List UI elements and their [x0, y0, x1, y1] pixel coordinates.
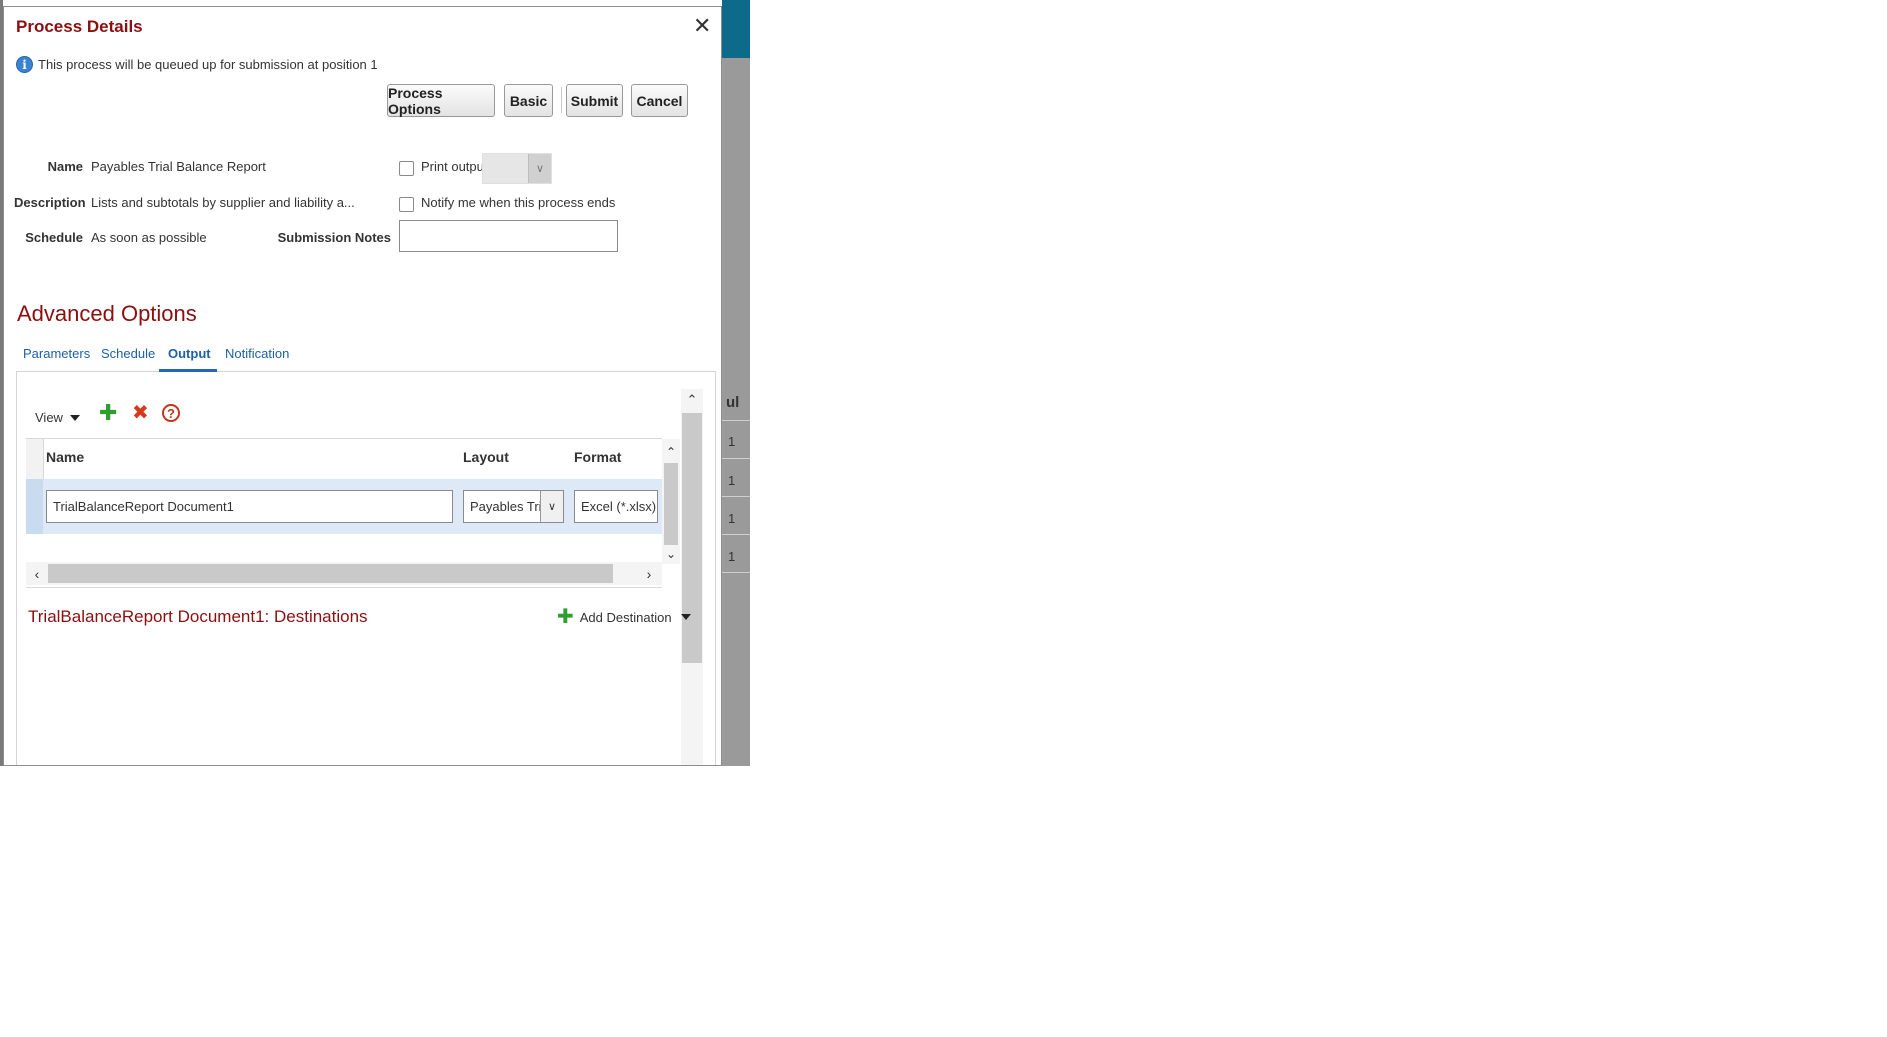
format-select[interactable]: Excel (*.xlsx) — [574, 490, 658, 523]
background-divider — [722, 496, 750, 497]
schedule-value: As soon as possible — [91, 230, 207, 245]
chevron-down-icon[interactable]: ∨ — [540, 491, 563, 522]
tab-notification[interactable]: Notification — [225, 346, 289, 361]
button-separator — [561, 87, 562, 113]
background-cell: 1 — [728, 434, 736, 449]
notify-checkbox[interactable] — [399, 197, 414, 212]
background-divider — [722, 572, 750, 573]
advanced-options-title: Advanced Options — [17, 301, 197, 326]
printer-select[interactable]: ∨ — [482, 153, 552, 184]
background-cell: 1 — [728, 549, 736, 564]
add-destination-label: Add Destination — [579, 609, 672, 625]
view-menu[interactable]: View — [35, 410, 80, 425]
queue-info-text: This process will be queued up for submi… — [38, 57, 378, 72]
chevron-down-icon: ∨ — [528, 154, 551, 183]
basic-button[interactable]: Basic — [504, 84, 553, 117]
view-menu-label: View — [35, 410, 63, 425]
destinations-title: TrialBalanceReport Document1: Destinatio… — [28, 607, 368, 626]
notify-label: Notify me when this process ends — [421, 195, 616, 210]
background-page: ul 1 1 1 1 — [722, 0, 750, 766]
scroll-up-icon[interactable]: ⌃ — [662, 443, 680, 461]
scroll-left-icon[interactable]: ‹ — [28, 562, 46, 585]
background-header-bar — [722, 0, 750, 58]
tab-schedule[interactable]: Schedule — [101, 346, 155, 361]
background-overlay — [722, 58, 750, 766]
submission-notes-input[interactable] — [399, 220, 618, 252]
column-header-format[interactable]: Format — [574, 449, 621, 465]
table-bottom-border — [26, 587, 662, 588]
queue-info-message: i This process will be queued up for sub… — [16, 56, 378, 73]
column-header-name[interactable]: Name — [46, 449, 84, 465]
plus-icon: ✚ — [557, 606, 574, 628]
dropdown-arrow-icon[interactable] — [680, 614, 691, 620]
description-value: Lists and subtotals by supplier and liab… — [91, 195, 355, 210]
layout-select-value: Payables Tria — [470, 499, 549, 514]
info-icon: i — [16, 56, 33, 73]
table-horizontal-scrollbar[interactable]: ‹ › — [26, 562, 662, 585]
row-selector[interactable] — [26, 479, 43, 534]
print-output-checkbox[interactable] — [399, 161, 414, 176]
schedule-label: Schedule — [25, 230, 83, 245]
output-name-input[interactable]: TrialBalanceReport Document1 — [46, 490, 453, 523]
submit-button[interactable]: Submit — [566, 84, 623, 117]
background-divider — [722, 534, 750, 535]
background-divider — [722, 420, 750, 421]
scroll-down-icon[interactable]: ⌄ — [662, 545, 680, 563]
dropdown-arrow-icon — [69, 414, 80, 421]
scrollbar-thumb[interactable] — [664, 463, 678, 545]
process-details-dialog: Process Details ✕ i This process will be… — [3, 6, 722, 766]
column-header-layout[interactable]: Layout — [463, 449, 509, 465]
description-label: Description — [14, 195, 86, 210]
table-header-border — [26, 438, 662, 439]
print-output-label: Print output — [421, 159, 488, 174]
background-cell: 1 — [728, 511, 736, 526]
table-vertical-scrollbar[interactable]: ⌃ ⌄ — [662, 439, 680, 564]
add-destination-button[interactable]: ✚ Add Destination — [557, 607, 691, 627]
process-options-button[interactable]: Process Options — [387, 84, 495, 117]
tab-parameters[interactable]: Parameters — [23, 346, 90, 361]
tab-output[interactable]: Output — [168, 346, 211, 361]
name-label: Name — [47, 159, 83, 174]
delete-x-icon[interactable]: ✖ — [132, 403, 149, 423]
background-divider — [722, 458, 750, 459]
scroll-right-icon[interactable]: › — [640, 562, 658, 585]
layout-select[interactable]: Payables Tria ∨ — [463, 490, 564, 523]
close-icon[interactable]: ✕ — [693, 15, 711, 37]
name-value: Payables Trial Balance Report — [91, 159, 266, 174]
background-cell: 1 — [728, 473, 736, 488]
scrollbar-thumb[interactable] — [48, 564, 613, 583]
help-icon[interactable]: ? — [162, 404, 180, 422]
cancel-button[interactable]: Cancel — [631, 84, 688, 117]
background-column-header: ul — [726, 394, 740, 411]
scroll-up-icon[interactable]: ⌃ — [681, 389, 703, 411]
panel-vertical-scrollbar[interactable]: ⌃ — [681, 389, 703, 765]
dialog-title: Process Details — [16, 17, 143, 36]
submission-notes-label: Submission Notes — [277, 230, 391, 245]
plus-icon[interactable]: ✚ — [99, 402, 117, 424]
